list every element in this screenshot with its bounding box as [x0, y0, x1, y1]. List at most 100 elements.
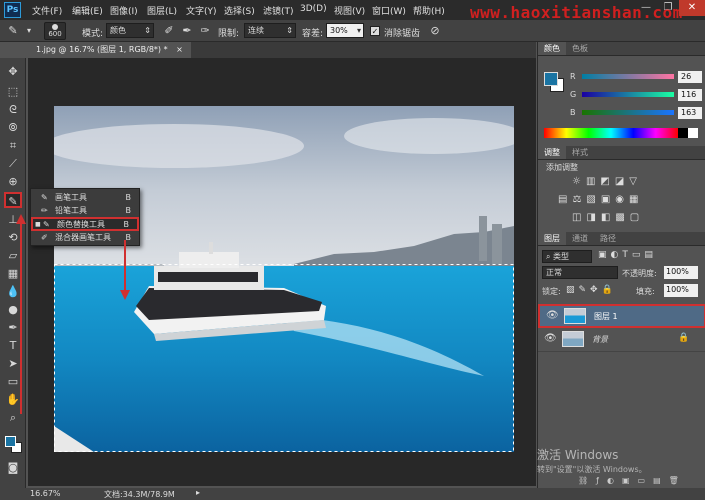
- tab-styles[interactable]: 样式: [566, 146, 594, 159]
- document-tab-strip: 1.jpg @ 16.7% (图层 1, RGB/8*) * ×: [28, 42, 536, 58]
- chevron-updown-icon: ⇕: [286, 26, 293, 35]
- eyedropper-tool-icon[interactable]: ⟋: [4, 156, 22, 172]
- marquee-tool-icon[interactable]: ⬚: [4, 84, 22, 100]
- menu-help[interactable]: 帮助(H): [413, 4, 445, 17]
- windows-activation-title: 激活 Windows: [537, 448, 619, 462]
- white-swatch[interactable]: [688, 128, 698, 138]
- menu-window[interactable]: 窗口(W): [372, 4, 406, 17]
- blend-mode-select[interactable]: 正常: [542, 266, 618, 279]
- sampling-once-icon[interactable]: ✒: [180, 24, 194, 38]
- antialias-checkbox[interactable]: ✓: [370, 26, 380, 36]
- layers-footer-icons[interactable]: ⛓ƒ◐▣▭▤🗑: [538, 476, 705, 488]
- menu-edit[interactable]: 编辑(E): [72, 4, 103, 17]
- color-spectrum-ramp[interactable]: [544, 128, 678, 138]
- menu-select[interactable]: 选择(S): [224, 4, 255, 17]
- fill-label: 填充:: [636, 287, 655, 296]
- menu-type[interactable]: 文字(Y): [186, 4, 217, 17]
- tab-channels[interactable]: 通道: [566, 232, 594, 245]
- layer-thumbnail: [564, 308, 586, 324]
- color-replacement-tool-icon[interactable]: ✎: [4, 192, 22, 208]
- healing-brush-tool-icon[interactable]: ⊕: [4, 174, 22, 190]
- chevron-down-icon: ▾: [356, 26, 361, 35]
- menu-file[interactable]: 文件(F): [32, 4, 62, 17]
- layer-filter-icons[interactable]: ▣◐T▭▤: [598, 250, 657, 260]
- flyout-item-pencil[interactable]: ✏ 铅笔工具 B: [31, 204, 139, 217]
- chevron-down-icon[interactable]: ▾: [22, 24, 36, 38]
- mixer-brush-icon: ✐: [41, 233, 48, 242]
- adjustment-icons-row-1[interactable]: ☼▥◩◪▽: [572, 176, 642, 187]
- sampling-continuous-icon[interactable]: ✐: [162, 24, 176, 38]
- opacity-input[interactable]: 100%: [664, 266, 698, 279]
- g-value[interactable]: 116: [678, 89, 702, 101]
- limit-value: 连续: [248, 26, 264, 35]
- limit-select[interactable]: 连续 ⇕: [244, 23, 296, 38]
- lock-label: 锁定:: [542, 287, 561, 296]
- flyout-item-color-replacement[interactable]: ■ ✎ 颜色替换工具 B: [31, 217, 139, 231]
- b-slider[interactable]: [582, 110, 674, 115]
- color-replacement-tool-icon[interactable]: ✎: [6, 24, 20, 38]
- tab-close-icon[interactable]: ×: [176, 45, 183, 54]
- restore-button[interactable]: ❐: [657, 0, 679, 16]
- black-swatch[interactable]: [678, 128, 688, 138]
- menu-layer[interactable]: 图层(L): [147, 4, 177, 17]
- annotation-arrow-icon: [120, 240, 130, 300]
- layer-row[interactable]: 👁 背景 🔒: [538, 328, 705, 352]
- layer-name: 背景: [592, 335, 608, 344]
- g-label: G: [570, 90, 577, 99]
- adjustments-panel: 调整 样式 添加调整 ☼▥◩◪▽ ▤⚖▧▣◉▦ ◫◨◧▩▢: [537, 146, 705, 232]
- tab-color[interactable]: 颜色: [538, 42, 566, 55]
- quick-selection-tool-icon[interactable]: ⦾: [4, 120, 22, 136]
- pressure-size-icon[interactable]: ⊘: [428, 24, 442, 38]
- menu-3d[interactable]: 3D(D): [300, 4, 327, 14]
- flyout-item-brush[interactable]: ✎ 画笔工具 B: [31, 191, 139, 204]
- pencil-icon: ✏: [41, 206, 48, 215]
- brush-size-preset[interactable]: 600: [44, 22, 66, 40]
- selected-bullet-icon: ■: [35, 221, 41, 228]
- lock-icons[interactable]: ▨✎✥🔒: [566, 285, 617, 295]
- menu-bar: Ps 文件(F) 编辑(E) 图像(I) 图层(L) 文字(Y) 选择(S) 滤…: [0, 0, 705, 22]
- tolerance-input[interactable]: 30% ▾: [326, 23, 364, 38]
- layers-panel-tabs: 图层 通道 路径: [538, 232, 705, 246]
- quick-mask-icon[interactable]: ◙: [4, 460, 22, 476]
- skyline: [479, 216, 487, 261]
- adjustment-icons-row-3[interactable]: ◫◨◧▩▢: [572, 212, 644, 223]
- lasso-tool-icon[interactable]: ᘓ: [4, 102, 22, 118]
- b-value[interactable]: 163: [678, 107, 702, 119]
- crop-tool-icon[interactable]: ⌗: [4, 138, 22, 154]
- tab-swatches[interactable]: 色板: [566, 42, 594, 55]
- layer-row[interactable]: 👁 图层 1: [538, 304, 705, 328]
- menu-filter[interactable]: 滤镜(T): [263, 4, 294, 17]
- options-bar: ✎ ▾ 600 模式: 颜色 ⇕ ✐ ✒ ✑ 限制: 连续 ⇕ 容差: 30% ▾ ✓…: [0, 20, 705, 42]
- document-tab[interactable]: 1.jpg @ 16.7% (图层 1, RGB/8*) * ×: [28, 42, 191, 58]
- fill-input[interactable]: 100%: [664, 284, 698, 297]
- adjustment-icons-row-2[interactable]: ▤⚖▧▣◉▦: [558, 194, 643, 205]
- tab-layers[interactable]: 图层: [538, 232, 566, 245]
- color-panel-tabs: 颜色 色板: [538, 42, 705, 56]
- minimize-button[interactable]: —: [635, 0, 657, 16]
- eye-icon[interactable]: 👁: [546, 310, 559, 321]
- fg-color-swatch[interactable]: [544, 72, 558, 86]
- menu-image[interactable]: 图像(I): [110, 4, 138, 17]
- r-slider[interactable]: [582, 74, 674, 79]
- menu-view[interactable]: 视图(V): [334, 4, 365, 17]
- move-tool-icon[interactable]: ✥: [4, 64, 22, 80]
- skyline: [492, 224, 502, 264]
- sampling-background-icon[interactable]: ✑: [198, 24, 212, 38]
- document-size: 文档:34.3M/78.9M: [104, 490, 175, 499]
- mode-select[interactable]: 颜色 ⇕: [106, 23, 154, 38]
- tab-paths[interactable]: 路径: [594, 232, 622, 245]
- opacity-label: 不透明度:: [622, 269, 657, 278]
- close-button[interactable]: ✕: [679, 0, 705, 16]
- lock-icon: 🔒: [678, 333, 690, 343]
- mode-label: 模式:: [82, 29, 104, 39]
- document-tab-title: 1.jpg @ 16.7% (图层 1, RGB/8*) *: [36, 45, 168, 54]
- eye-icon[interactable]: 👁: [544, 333, 557, 344]
- g-slider[interactable]: [582, 92, 674, 97]
- r-value[interactable]: 26: [678, 71, 702, 83]
- tab-adjustments[interactable]: 调整: [538, 146, 566, 159]
- layer-filter-select[interactable]: ⌕ 类型: [542, 250, 592, 263]
- tolerance-value: 30%: [330, 26, 348, 35]
- zoom-level[interactable]: 16.67%: [30, 489, 61, 498]
- chevron-right-icon[interactable]: ▸: [196, 488, 200, 497]
- foreground-color-swatch[interactable]: [5, 436, 16, 447]
